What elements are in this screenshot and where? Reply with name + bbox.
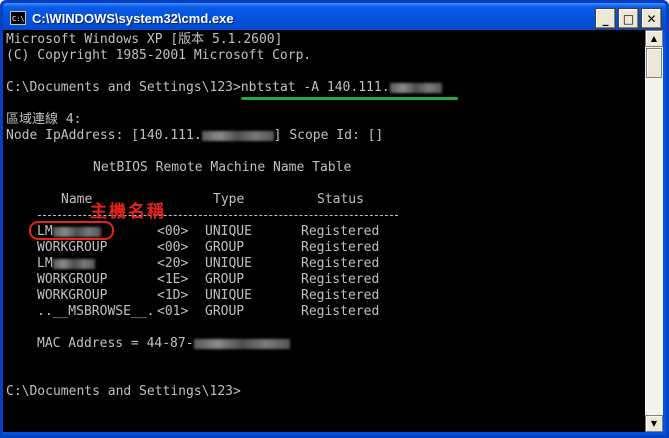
command-text: nbtstat -A 140.111. bbox=[240, 80, 390, 95]
node-ip-line: Node IpAddress: [140.111. ] Scope Id: [] bbox=[6, 128, 383, 144]
row-status: Registered bbox=[301, 224, 380, 239]
row-code: <1D> bbox=[157, 288, 189, 303]
row-code: <00> bbox=[157, 240, 189, 255]
adapter-line: 區域連線 4: bbox=[6, 112, 82, 127]
title-bar[interactable]: C:\ C:\WINDOWS\system32\cmd.exe _ □ ✕ bbox=[3, 3, 666, 33]
node-ip-label: Node IpAddress: [140.111. bbox=[6, 128, 202, 143]
scope-id-text: ] Scope Id: [] bbox=[273, 128, 384, 143]
vertical-scrollbar[interactable]: ▲ ▼ bbox=[645, 30, 663, 432]
scroll-down-button[interactable]: ▼ bbox=[645, 415, 663, 432]
row-status: Registered bbox=[301, 240, 380, 255]
redacted-ip bbox=[389, 82, 442, 93]
redacted-mac bbox=[193, 338, 290, 349]
row-type: UNIQUE bbox=[205, 288, 252, 303]
row-type: GROUP bbox=[205, 272, 245, 287]
table-row: WORKGROUP bbox=[37, 272, 108, 287]
row-status: Registered bbox=[301, 272, 380, 287]
row-type: GROUP bbox=[205, 304, 245, 319]
minimize-button[interactable]: _ bbox=[595, 8, 616, 29]
os-version-line: Microsoft Windows XP [版本 5.1.2600] bbox=[6, 32, 283, 47]
row-status: Registered bbox=[301, 256, 380, 271]
row-type: GROUP bbox=[205, 240, 245, 255]
maximize-button[interactable]: □ bbox=[618, 8, 639, 29]
column-header-status: Status bbox=[317, 192, 364, 207]
host-name-annotation: 主機名稱 bbox=[90, 202, 166, 222]
column-header-name: Name bbox=[61, 192, 93, 207]
table-title: NetBIOS Remote Machine Name Table bbox=[93, 160, 352, 175]
row-code: <00> bbox=[157, 224, 189, 239]
close-button[interactable]: ✕ bbox=[641, 8, 662, 29]
cmd-app-icon[interactable]: C:\ bbox=[10, 11, 26, 25]
table-row: WORKGROUP bbox=[37, 240, 108, 255]
prompt-text: C:\Documents and Settings\123> bbox=[6, 80, 241, 95]
row-code: <01> bbox=[157, 304, 189, 319]
table-row: WORKGROUP bbox=[37, 288, 108, 303]
table-row: ..__MSBROWSE__. bbox=[37, 304, 155, 319]
command-highlight-underline bbox=[241, 97, 458, 100]
command-line: C:\Documents and Settings\123>nbtstat -A… bbox=[6, 80, 442, 96]
row-name: LM bbox=[37, 256, 53, 271]
table-row: LM bbox=[37, 256, 95, 272]
prompt-line: C:\Documents and Settings\123> bbox=[6, 384, 241, 399]
mac-address-line: MAC Address = 44-87- bbox=[37, 336, 290, 352]
row-status: Registered bbox=[301, 288, 380, 303]
host-name-highlight-circle bbox=[29, 221, 114, 240]
redacted-host bbox=[52, 258, 95, 269]
copyright-line: (C) Copyright 1985-2001 Microsoft Corp. bbox=[6, 48, 312, 63]
row-code: <20> bbox=[157, 256, 189, 271]
scroll-thumb[interactable] bbox=[646, 48, 662, 78]
window-controls: _ □ ✕ bbox=[595, 8, 662, 29]
row-type: UNIQUE bbox=[205, 224, 252, 239]
row-type: UNIQUE bbox=[205, 256, 252, 271]
mac-address-label: MAC Address = 44-87- bbox=[37, 336, 194, 351]
scroll-up-button[interactable]: ▲ bbox=[645, 30, 663, 47]
column-header-type: Type bbox=[213, 192, 245, 207]
row-status: Registered bbox=[301, 304, 380, 319]
row-code: <1E> bbox=[157, 272, 189, 287]
redacted-node-ip bbox=[201, 130, 274, 141]
window-title: C:\WINDOWS\system32\cmd.exe bbox=[32, 10, 234, 26]
